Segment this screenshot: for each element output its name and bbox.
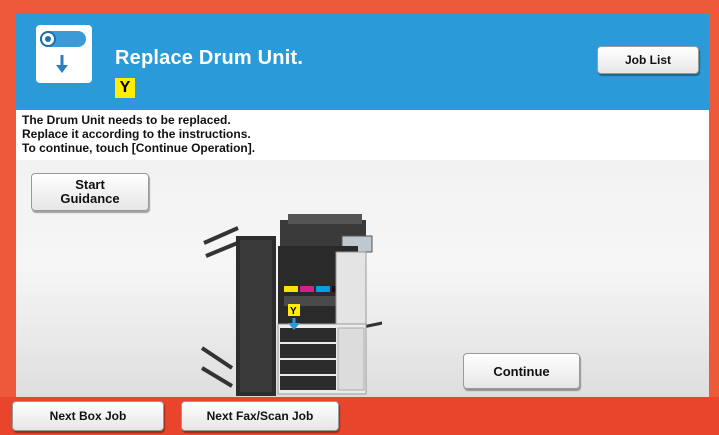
job-list-button[interactable]: Job List bbox=[597, 46, 699, 74]
next-box-job-button[interactable]: Next Box Job bbox=[12, 401, 164, 431]
page-title: Replace Drum Unit. bbox=[115, 47, 304, 69]
message-line-1: The Drum Unit needs to be replaced. bbox=[22, 113, 231, 127]
instruction-message: The Drum Unit needs to be replaced. Repl… bbox=[16, 110, 709, 160]
guidance-area: Start Guidance Y Continue bbox=[16, 160, 709, 397]
next-fax-scan-job-button[interactable]: Next Fax/Scan Job bbox=[181, 401, 339, 431]
printer-illustration: Y bbox=[200, 214, 382, 396]
start-guidance-button[interactable]: Start Guidance bbox=[31, 173, 149, 211]
header-bar: Replace Drum Unit. Y Job List bbox=[16, 14, 709, 110]
message-line-2: Replace it according to the instructions… bbox=[22, 127, 251, 141]
start-guidance-label: Start Guidance bbox=[60, 177, 120, 206]
drum-unit-icon bbox=[36, 25, 92, 83]
printer-y-label: Y bbox=[290, 306, 297, 317]
footer-bar: Next Box Job Next Fax/Scan Job bbox=[0, 397, 719, 435]
continue-button[interactable]: Continue bbox=[463, 353, 580, 389]
message-line-3: To continue, touch [Continue Operation]. bbox=[22, 141, 256, 155]
main-panel: Replace Drum Unit. Y Job List The Drum U… bbox=[16, 14, 709, 397]
color-badge-yellow: Y bbox=[115, 78, 135, 98]
